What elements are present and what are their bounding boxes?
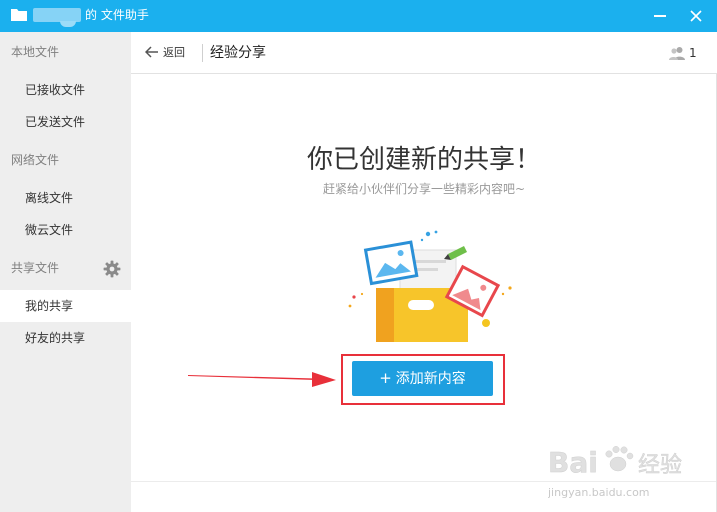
sidebar: 本地文件 已接收文件 已发送文件 网络文件 离线文件 微云文件 共享文件 我的共… — [0, 32, 131, 512]
share-box-illustration — [348, 230, 512, 342]
annotation-arrow-icon — [188, 372, 336, 387]
add-new-content-button[interactable]: + 添加新内容 — [352, 361, 493, 396]
add-button-label: 添加新内容 — [395, 371, 466, 387]
sidebar-item-sent[interactable]: 已发送文件 — [0, 106, 131, 138]
header-divider — [202, 44, 203, 62]
paw-icon — [605, 446, 634, 472]
plus-icon: + — [379, 369, 392, 387]
watermark-brand: Bai — [548, 446, 598, 479]
sidebar-item-offline[interactable]: 离线文件 — [0, 182, 131, 214]
watermark-brand-tail: 经验 — [638, 453, 682, 478]
sidebar-section-local: 本地文件 — [11, 45, 60, 59]
folder-icon — [11, 9, 27, 21]
main-header: 返回 经验分享 1 — [131, 32, 717, 74]
minimize-icon[interactable] — [654, 15, 666, 17]
baidu-watermark: Bai 经验 jingyan.baidu.com — [548, 446, 682, 499]
back-arrow-icon[interactable] — [145, 46, 159, 58]
member-count[interactable]: 1 — [689, 45, 697, 61]
blurred-username — [33, 8, 81, 22]
close-icon[interactable] — [690, 10, 702, 22]
sidebar-item-friends-share[interactable]: 好友的共享 — [0, 322, 131, 354]
sidebar-item-weiyun[interactable]: 微云文件 — [0, 214, 131, 246]
sidebar-item-received[interactable]: 已接收文件 — [0, 74, 131, 106]
window-title: 的 文件助手 — [85, 8, 149, 22]
sidebar-section-shared: 共享文件 — [11, 261, 60, 275]
members-icon[interactable] — [669, 46, 685, 60]
sidebar-item-my-share[interactable]: 我的共享 — [0, 290, 131, 322]
page-title: 经验分享 — [210, 45, 266, 61]
title-bar: 的 文件助手 — [0, 0, 717, 32]
sidebar-section-network: 网络文件 — [11, 153, 60, 167]
back-link[interactable]: 返回 — [163, 45, 185, 61]
blurred-username-tail — [60, 21, 76, 27]
watermark-url: jingyan.baidu.com — [548, 486, 650, 499]
gear-icon[interactable] — [103, 260, 121, 278]
empty-state-title: 你已创建新的共享！ — [306, 145, 541, 175]
empty-state-subtitle: 赶紧给小伙伴们分享一些精彩内容吧~ — [322, 182, 526, 196]
